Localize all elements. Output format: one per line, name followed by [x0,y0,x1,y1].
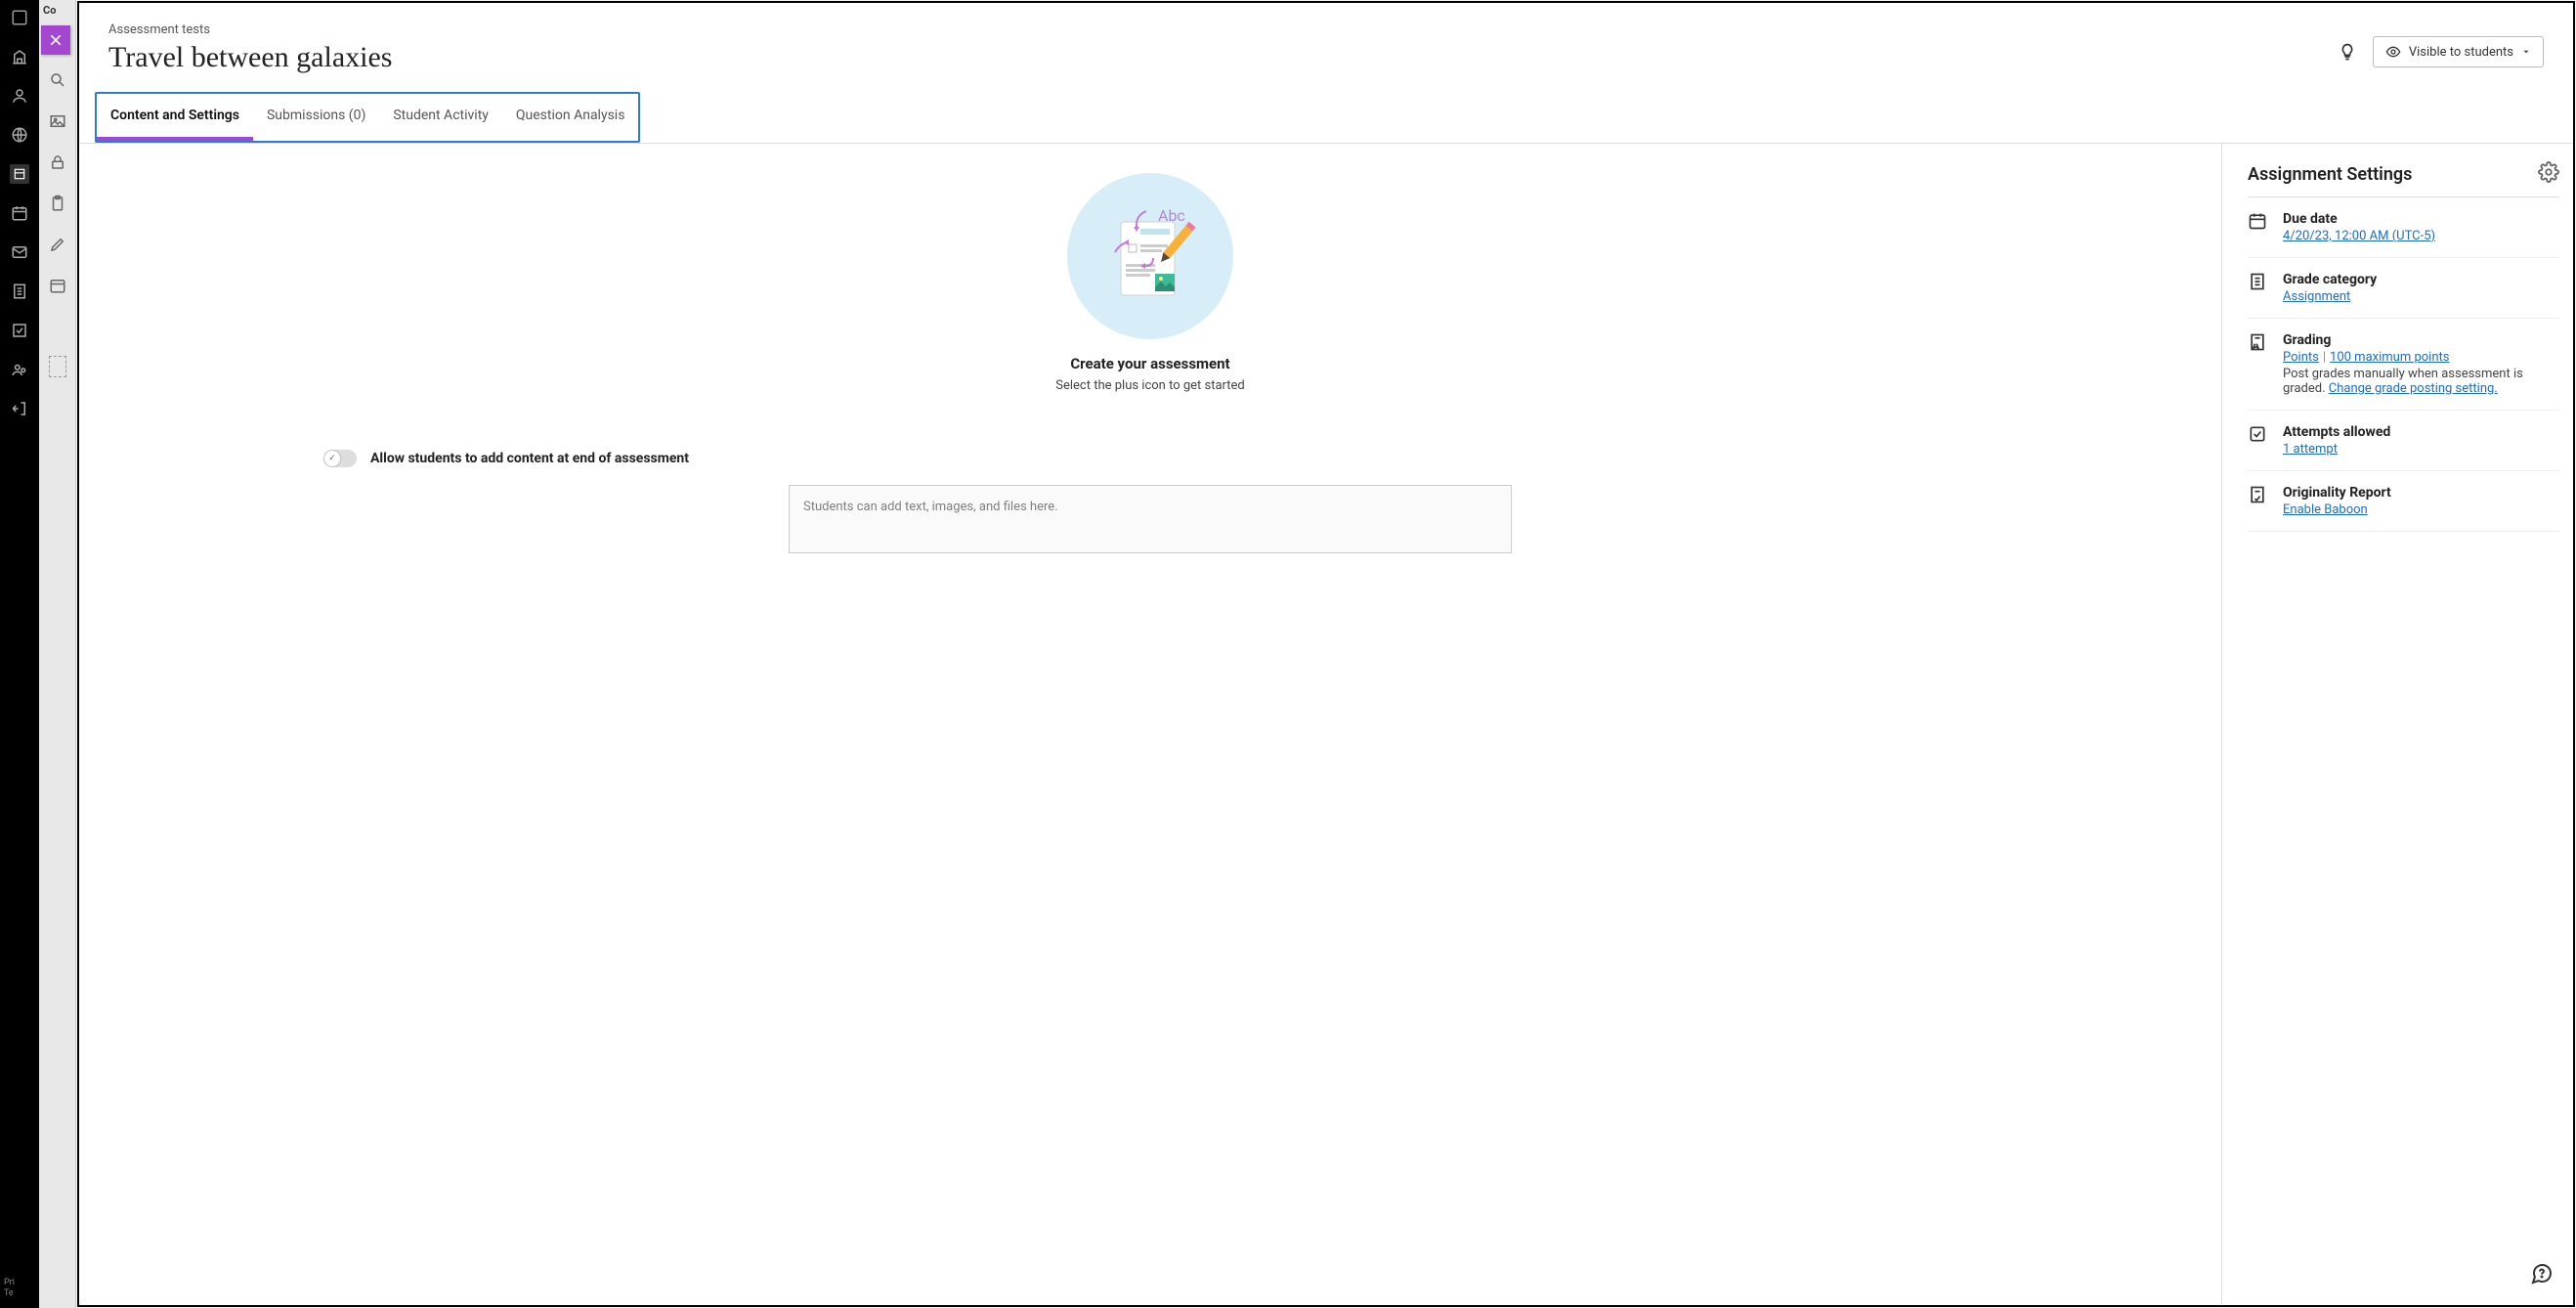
calendar-icon [2248,211,2269,243]
signout-icon[interactable] [10,399,29,418]
tab-content-settings[interactable]: Content and Settings [97,94,253,141]
logo-icon [10,8,29,27]
globe-icon[interactable] [10,125,29,145]
originality-icon [2248,485,2269,517]
allow-content-toggle[interactable]: ✓ [323,450,357,467]
rail-label: Co [43,4,56,17]
clipboard-icon[interactable] [48,194,67,213]
tab-question-analysis[interactable]: Question Analysis [502,94,639,141]
assessment-panel: Assessment tests Travel between galaxies… [77,1,2575,1307]
tab-student-activity[interactable]: Student Activity [379,94,502,141]
student-content-area[interactable]: Students can add text, images, and files… [789,485,1512,553]
tabs-bar: Content and Settings Submissions (0) Stu… [79,92,2573,144]
messages-icon[interactable] [10,242,29,262]
attempts-icon [2248,424,2269,457]
visibility-dropdown[interactable]: Visible to students [2373,36,2544,67]
create-heading: Create your assessment [1070,355,1229,372]
close-button[interactable] [41,25,70,55]
grading-points-link[interactable]: Points [2283,350,2319,365]
create-illustration: Abc [1067,173,1233,339]
due-date-label: Due date [2283,211,2559,227]
lock-icon[interactable] [48,153,67,172]
create-subtext: Select the plus icon to get started [1055,378,1245,393]
due-date-link[interactable]: 4/20/23, 12:00 AM (UTC-5) [2283,229,2435,243]
groups-icon[interactable] [10,360,29,379]
tab-submissions[interactable]: Submissions (0) [253,94,379,141]
grading-max-link[interactable]: 100 maximum points [2330,350,2449,365]
originality-label: Originality Report [2283,485,2559,501]
hint-icon[interactable] [2334,38,2361,65]
page-title[interactable]: Travel between galaxies [108,41,2334,74]
institution-icon[interactable] [10,47,29,66]
search-icon[interactable] [48,70,67,90]
courses-icon[interactable] [10,164,29,184]
assignment-settings-panel: Assignment Settings Due date 4/20/23, 12… [2221,144,2573,1305]
placeholder-icon[interactable] [49,356,66,377]
svg-text:Abc: Abc [1158,206,1185,225]
gear-icon[interactable] [2538,161,2559,187]
grade-category-link[interactable]: Assignment [2283,289,2350,304]
tools-icon[interactable] [10,321,29,340]
app-nav-rail: PriTe [0,0,39,1308]
grade-category-label: Grade category [2283,272,2559,287]
pencil-icon[interactable] [48,235,67,254]
chevron-down-icon [2521,47,2531,57]
eye-icon [2385,44,2401,60]
grading-change-link[interactable]: Change grade posting setting. [2329,381,2498,396]
breadcrumb: Assessment tests [108,22,2334,37]
grading-icon [2248,332,2269,396]
attempts-label: Attempts allowed [2283,424,2559,440]
footer-text: PriTe [4,1278,15,1300]
grading-label: Grading [2283,332,2559,348]
calendar-icon[interactable] [10,203,29,223]
profile-icon[interactable] [10,86,29,106]
main-content: Abc Create your assessment Select the pl… [79,144,2221,1305]
category-icon [2248,272,2269,304]
schedule-icon[interactable] [48,276,67,295]
settings-title: Assignment Settings [2248,164,2412,185]
help-icon[interactable] [2528,1260,2555,1287]
attempts-link[interactable]: 1 attempt [2283,442,2338,457]
grades-icon[interactable] [10,282,29,301]
originality-link[interactable]: Enable Baboon [2283,502,2368,517]
visibility-label: Visible to students [2409,45,2513,60]
course-nav-rail: Co [39,0,76,1308]
allow-content-label: Allow students to add content at end of … [370,451,689,466]
tabs-focus-ring: Content and Settings Submissions (0) Stu… [95,92,640,143]
image-icon[interactable] [48,111,67,131]
